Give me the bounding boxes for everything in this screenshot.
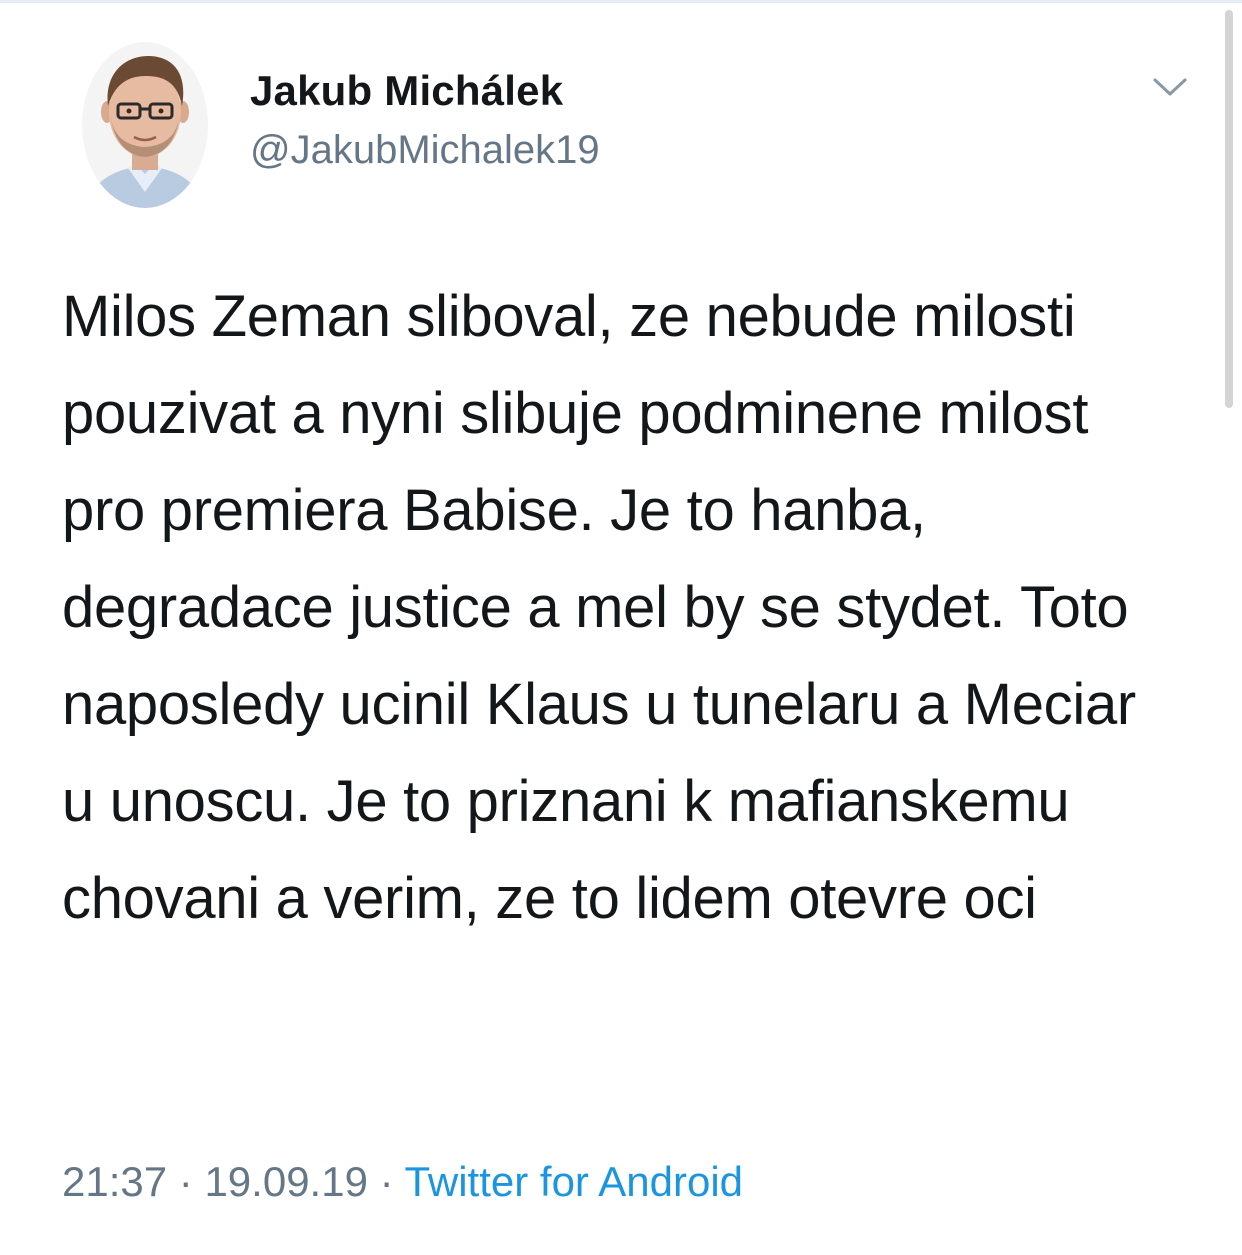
tweet-time[interactable]: 21:37	[62, 1158, 167, 1205]
tweet-text: Milos Zeman sliboval, ze nebude milosti …	[62, 284, 1136, 931]
meta-separator: ·	[379, 1158, 394, 1205]
top-divider	[0, 0, 1242, 3]
scrollbar[interactable]	[1225, 10, 1233, 408]
author-handle[interactable]: @JakubMichalek19	[250, 128, 600, 173]
tweet-menu-button[interactable]	[1152, 72, 1188, 102]
tweet-source-link[interactable]: Twitter for Android	[405, 1158, 743, 1205]
tweet-meta: 21:37 · 19.09.19 · Twitter for Android	[62, 1158, 743, 1206]
chevron-down-icon	[1153, 78, 1187, 96]
author-name[interactable]: Jakub Michálek	[250, 67, 563, 115]
tweet-date[interactable]: 19.09.19	[204, 1158, 368, 1205]
avatar[interactable]	[82, 42, 208, 208]
meta-separator: ·	[178, 1158, 193, 1205]
tweet-header: Jakub Michálek @JakubMichalek19	[82, 42, 1202, 212]
profile-photo-icon	[82, 42, 208, 208]
